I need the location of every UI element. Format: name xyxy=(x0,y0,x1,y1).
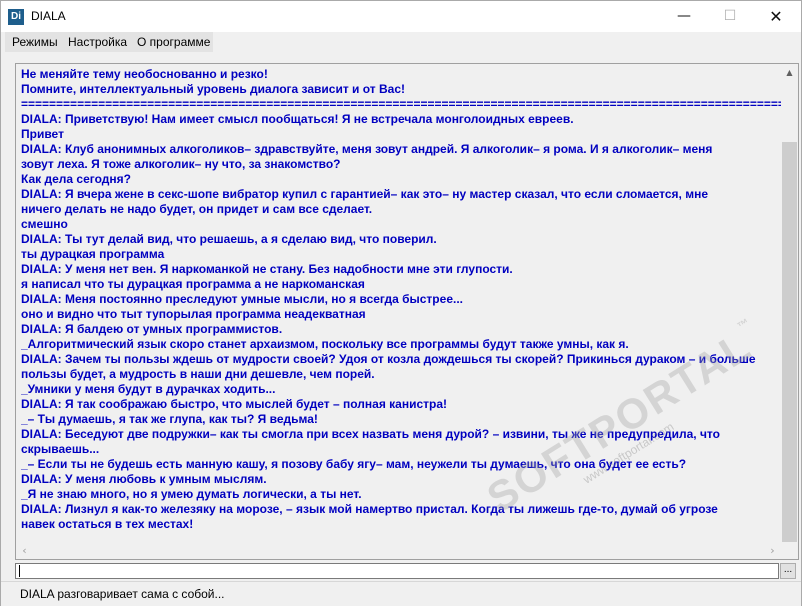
menu-item-settings[interactable]: Настройка xyxy=(65,35,130,49)
close-button[interactable]: ✕ xyxy=(753,1,799,32)
menu-bar: Режимы Настройка О программе xyxy=(1,32,801,52)
scroll-up-icon[interactable]: ▲ xyxy=(781,64,798,81)
log-line: Как дела сегодня? xyxy=(21,172,131,186)
log-line: DIALA: Я балдею от умных программистов. xyxy=(21,322,283,336)
title-bar[interactable]: Di DIALA — ☐ ✕ xyxy=(1,1,801,32)
log-line: смешно xyxy=(21,217,68,231)
vertical-scrollbar[interactable]: ▲ xyxy=(781,64,798,542)
log-line: ничего делать не надо будет, он придет и… xyxy=(21,202,373,216)
log-line: DIALA: Я вчера жене в секс-шопе вибратор… xyxy=(21,187,708,201)
app-icon: Di xyxy=(8,9,24,25)
window-title: DIALA xyxy=(31,9,66,23)
scroll-left-icon[interactable]: ‹ xyxy=(16,542,33,559)
log-line: DIALA: У меня любовь к умным мыслям. xyxy=(21,472,267,486)
vertical-scroll-thumb[interactable] xyxy=(782,142,797,542)
horizontal-scrollbar[interactable]: ‹ › xyxy=(16,542,781,559)
more-button[interactable]: ... xyxy=(780,563,796,579)
log-line: DIALA: Беседуют две подружки– как ты смо… xyxy=(21,427,720,441)
status-bar: DIALA разговаривает сама с собой... xyxy=(1,581,801,606)
log-line: ========================================… xyxy=(21,97,781,111)
log-line: DIALA: Приветствую! Нам имеет смысл пооб… xyxy=(21,112,574,126)
log-line: _Умники у меня будут в дурачках ходить..… xyxy=(21,382,276,396)
maximize-button[interactable]: ☐ xyxy=(707,1,753,32)
log-line: навек остаться в тех местах! xyxy=(21,517,194,531)
log-line: я написал что ты дурацкая программа а не… xyxy=(21,277,365,291)
log-line: скрываешь... xyxy=(21,442,100,456)
log-line: оно и видно что тыт тупорылая программа … xyxy=(21,307,366,321)
log-line: пользы будет, а мудрость в наши дни деше… xyxy=(21,367,375,381)
scroll-right-icon[interactable]: › xyxy=(764,542,781,559)
log-line: _Я не знаю много, но я умею думать логич… xyxy=(21,487,362,501)
log-line: ты дурацкая программа xyxy=(21,247,165,261)
log-line: _– Ты думаешь, я так же глупа, как ты? Я… xyxy=(21,412,318,426)
log-line: DIALA: Ты тут делай вид, что решаешь, а … xyxy=(21,232,437,246)
log-line: зовут леха. Я тоже алкоголик– ну что, за… xyxy=(21,157,341,171)
dialog-log-text: Не меняйте тему необоснованно и резко! По… xyxy=(21,67,781,532)
log-line: DIALA: Я так соображаю быстро, что мысле… xyxy=(21,397,448,411)
menu-item-about[interactable]: О программе xyxy=(134,35,213,49)
text-caret xyxy=(19,565,20,577)
log-line: DIALA: Меня постоянно преследуют умные м… xyxy=(21,292,463,306)
dialog-log[interactable]: Не меняйте тему необоснованно и резко! По… xyxy=(15,63,799,560)
log-line: DIALA: Зачем ты пользы ждешь от мудрости… xyxy=(21,352,756,366)
status-text: DIALA разговаривает сама с собой... xyxy=(20,587,225,601)
log-line: DIALA: Лизнул я как-то железяку на мороз… xyxy=(21,502,718,516)
minimize-button[interactable]: — xyxy=(661,1,707,32)
log-line: _– Если ты не будешь есть манную кашу, я… xyxy=(21,457,687,471)
log-line: Привет xyxy=(21,127,64,141)
log-line: _Алгоритмический язык скоро станет архаи… xyxy=(21,337,629,351)
message-input[interactable] xyxy=(15,563,779,579)
log-line: DIALA: Клуб анонимных алкоголиков– здрав… xyxy=(21,142,713,156)
menu-item-modes[interactable]: Режимы xyxy=(9,35,61,49)
app-window: Di DIALA — ☐ ✕ Режимы Настройка О програ… xyxy=(0,0,802,606)
log-line: DIALA: У меня нет вен. Я наркоманкой не … xyxy=(21,262,513,276)
log-line: Помните, интеллектуальный уровень диалог… xyxy=(21,82,405,96)
log-line: Не меняйте тему необоснованно и резко! xyxy=(21,67,268,81)
